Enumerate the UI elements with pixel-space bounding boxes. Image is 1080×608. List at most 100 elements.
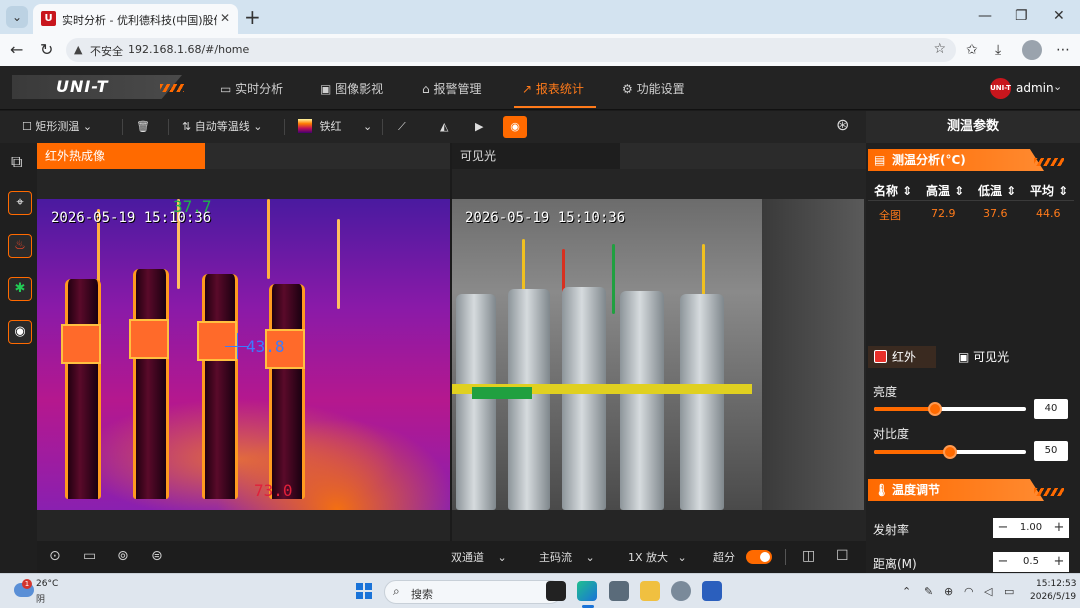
table-header-divider [868,200,1074,201]
vis-capacitor [620,291,664,510]
favorites-icon[interactable]: ✩ [966,42,978,58]
bookmark-star-icon[interactable]: ☆ [933,41,946,57]
cursor-crosshair-horizontal [225,346,249,347]
weather-temp[interactable]: 26°C [36,579,58,589]
col-avg-header[interactable]: 平均 ⇕ [1030,182,1068,199]
palette-select[interactable]: 铁红 ⌄ [298,117,372,137]
brightness-handle[interactable] [927,402,942,416]
brightness-slider[interactable] [874,402,1026,416]
aperture-icon[interactable]: ⊛ [836,115,849,135]
delete-trash-icon[interactable]: 🗑 [136,117,150,137]
tray-chevron-icon[interactable]: ⌃ [902,585,911,598]
tray-volume-icon[interactable]: ◁ [984,585,992,598]
user-menu-chevron-icon[interactable]: ⌄ [1053,80,1062,93]
fullscreen-icon[interactable]: ☐ [836,548,849,564]
triangle-tool-icon[interactable]: ◭ [440,117,448,137]
tab-actions-chevron-icon[interactable]: ⌄ [6,6,28,28]
tray-battery-icon[interactable]: ▭ [1004,585,1014,598]
mode-tab-infrared[interactable]: 红外 [868,346,936,368]
tab-close-icon[interactable]: ✕ [220,11,230,25]
emissivity-input[interactable]: 1.00 [1012,518,1050,538]
nav-function-settings[interactable]: ⚙ 功能设置 [622,80,685,97]
split-view-icon[interactable]: ◫ [802,548,815,564]
contrast-handle[interactable] [943,445,957,459]
tray-ime-icon[interactable]: ⊕ [944,585,953,598]
zoom-select[interactable]: 1X 放大 ⌄ [628,549,687,565]
weather-desc[interactable]: 阴 [36,592,45,605]
target-tool-active-icon[interactable]: ◉ [503,116,527,138]
fire-icon[interactable]: ♨ [8,234,32,258]
user-avatar[interactable]: UNI-T [990,78,1011,99]
isotherm-select[interactable]: ⇅ 自动等温线 ⌄ [182,117,262,137]
word-icon[interactable] [702,581,722,601]
analysis-doc-icon: ▤ [874,153,886,167]
play-icon[interactable]: ▶ [475,117,483,137]
infrared-thermal-image[interactable] [37,199,450,510]
measure-mode-select[interactable]: ☐ 矩形测温 ⌄ [22,117,92,137]
stream-select[interactable]: 主码流 ⌄ [539,549,595,565]
super-res-toggle[interactable] [746,550,772,564]
tray-wifi-icon[interactable]: ◠ [964,585,974,598]
layout-switch-icon[interactable]: ⧉ [11,152,22,172]
address-bar-row: ← ↻ ▲ 不安全 192.168.1.68/#/home ☆ ✩ ⤓ ⋯ [0,34,1080,66]
snapshot-camera-icon[interactable]: ⊙ [49,548,61,564]
calculator-icon[interactable] [609,581,629,601]
channel-select[interactable]: 双通道 ⌄ [451,549,507,565]
file-explorer-icon[interactable] [640,581,660,601]
mode-tab-visible[interactable]: ▣ 可见光 [958,346,1009,368]
clock-time[interactable]: 15:12:53 [1036,579,1076,589]
contrast-slider[interactable] [874,445,1026,459]
chevron-down-icon: ⌄ [677,551,687,564]
isotherm-icon: ⇅ [182,120,192,133]
infrared-panel-tab[interactable]: 红外热成像 [37,143,205,169]
nav-image-video[interactable]: ▣ 图像影视 [320,80,383,97]
distance-decrement-button[interactable]: − [993,552,1013,572]
ir-snapshot-icon[interactable]: ⊚ [117,548,129,564]
crosshair-icon[interactable]: ⌖ [8,191,32,215]
nav-report-statistics[interactable]: ↗ 报表统计 [522,80,584,97]
snowflake-icon[interactable]: ✱ [8,277,32,301]
trend-chart-icon[interactable]: ⟋ [398,117,406,137]
minimize-icon[interactable]: — [978,8,992,24]
url-field[interactable]: ▲ 不安全 192.168.1.68/#/home ☆ [66,38,956,62]
clock-date[interactable]: 2026/5/19 [1030,592,1076,602]
emissivity-decrement-button[interactable]: − [993,518,1013,538]
edge-browser-icon[interactable] [577,581,597,601]
distance-increment-button[interactable]: + [1049,552,1069,572]
new-tab-plus-icon[interactable]: + [244,5,261,29]
profile-avatar[interactable] [1022,40,1042,60]
vis-capacitor [562,287,606,510]
col-low-header[interactable]: 低温 ⇕ [978,182,1016,199]
nav-alarm-management[interactable]: ⌂ 报警管理 [422,80,481,97]
app-header: UNI-T ▭ 实时分析 ▣ 图像影视 ⌂ 报警管理 ↗ 报表统计 ⚙ 功能设置… [0,66,1080,110]
record-video-icon[interactable]: ▭ [83,548,96,564]
task-view-icon[interactable] [546,581,566,601]
brightness-value[interactable]: 40 [1034,399,1068,419]
more-menu-icon[interactable]: ⋯ [1056,42,1070,58]
settings-gear-icon[interactable] [671,581,691,601]
nav-realtime-analysis[interactable]: ▭ 实时分析 [220,80,283,97]
col-name-header[interactable]: 名称 ⇕ [874,182,912,199]
taskbar-search[interactable]: ⌕ 搜索 [384,580,562,604]
infrared-mode-icon [874,350,887,363]
toolbar-divider [284,119,285,135]
back-arrow-icon[interactable]: ← [10,40,23,59]
visible-light-image[interactable] [452,199,864,510]
restore-icon[interactable]: ❐ [1015,8,1028,24]
visible-panel-tab[interactable]: 可见光 [452,143,620,169]
tray-network-pen-icon[interactable]: ✎ [924,585,933,598]
browser-tab[interactable]: U 实时分析 - 优利德科技(中国)股份有限公司 ✕ [33,4,238,34]
dual-snapshot-icon[interactable]: ⊜ [151,548,163,564]
emissivity-increment-button[interactable]: + [1049,518,1069,538]
download-icon[interactable]: ⤓ [995,42,1001,58]
windows-start-icon[interactable] [356,583,372,599]
url-insecure-label: 不安全 [90,45,123,58]
max-temp-marker: 73.0 [254,481,293,500]
user-name[interactable]: admin [1016,81,1054,95]
window-close-icon[interactable]: ✕ [1053,8,1065,24]
eye-icon[interactable]: ◉ [8,320,32,344]
col-high-header[interactable]: 高温 ⇕ [926,182,964,199]
reload-icon[interactable]: ↻ [40,40,53,59]
contrast-value[interactable]: 50 [1034,441,1068,461]
distance-input[interactable]: 0.5 [1012,552,1050,572]
